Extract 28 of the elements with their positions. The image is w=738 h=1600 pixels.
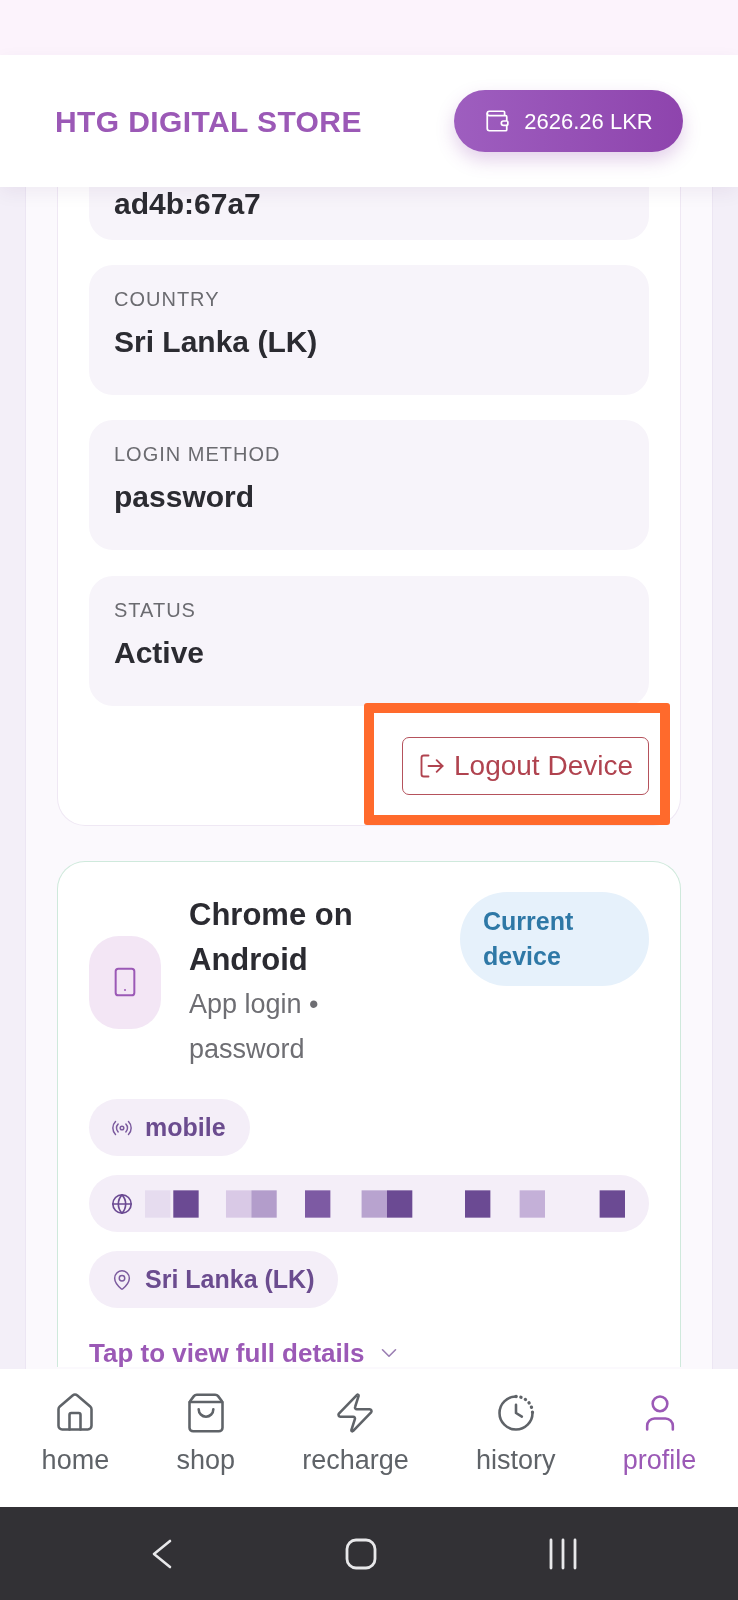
field-value: password (114, 479, 256, 515)
device-subtitle: App login • password (189, 988, 320, 1066)
logout-device-button[interactable]: Logout Device (402, 737, 649, 795)
wallet-icon (484, 108, 511, 134)
nav-tab[interactable]: shop (176, 1391, 235, 1475)
nav-tab[interactable]: profile (622, 1391, 697, 1475)
globe-icon (111, 1192, 133, 1215)
field-value: ad4b:67a7 (114, 187, 262, 221)
logout-icon (418, 752, 446, 780)
device-title: Chrome on Android (189, 896, 354, 979)
nav-tab[interactable]: recharge (302, 1391, 409, 1475)
field-label: LOGIN METHOD (114, 442, 282, 466)
recents-icon[interactable] (548, 1537, 578, 1570)
field-label: COUNTRY (114, 287, 221, 311)
map-pin-icon (111, 1268, 133, 1291)
current-device-badge: Current device (460, 892, 649, 986)
phone-icon (89, 935, 161, 1029)
nav-tab[interactable]: history (476, 1391, 556, 1475)
store-title: HTG DIGITAL STORE (55, 103, 362, 140)
chip-text: mobile (145, 1111, 226, 1143)
field-value: Sri Lanka (LK) (114, 324, 319, 360)
view-details-link[interactable]: Tap to view full details (89, 1339, 403, 1367)
chip-text: Sri Lanka (LK) (145, 1263, 315, 1295)
field-value: Active (114, 635, 206, 671)
home-icon[interactable] (345, 1537, 377, 1570)
nav-tab[interactable]: home (41, 1391, 110, 1475)
field-label: STATUS (114, 598, 197, 622)
balance-button[interactable]: 2626.26 LKR (454, 90, 683, 152)
